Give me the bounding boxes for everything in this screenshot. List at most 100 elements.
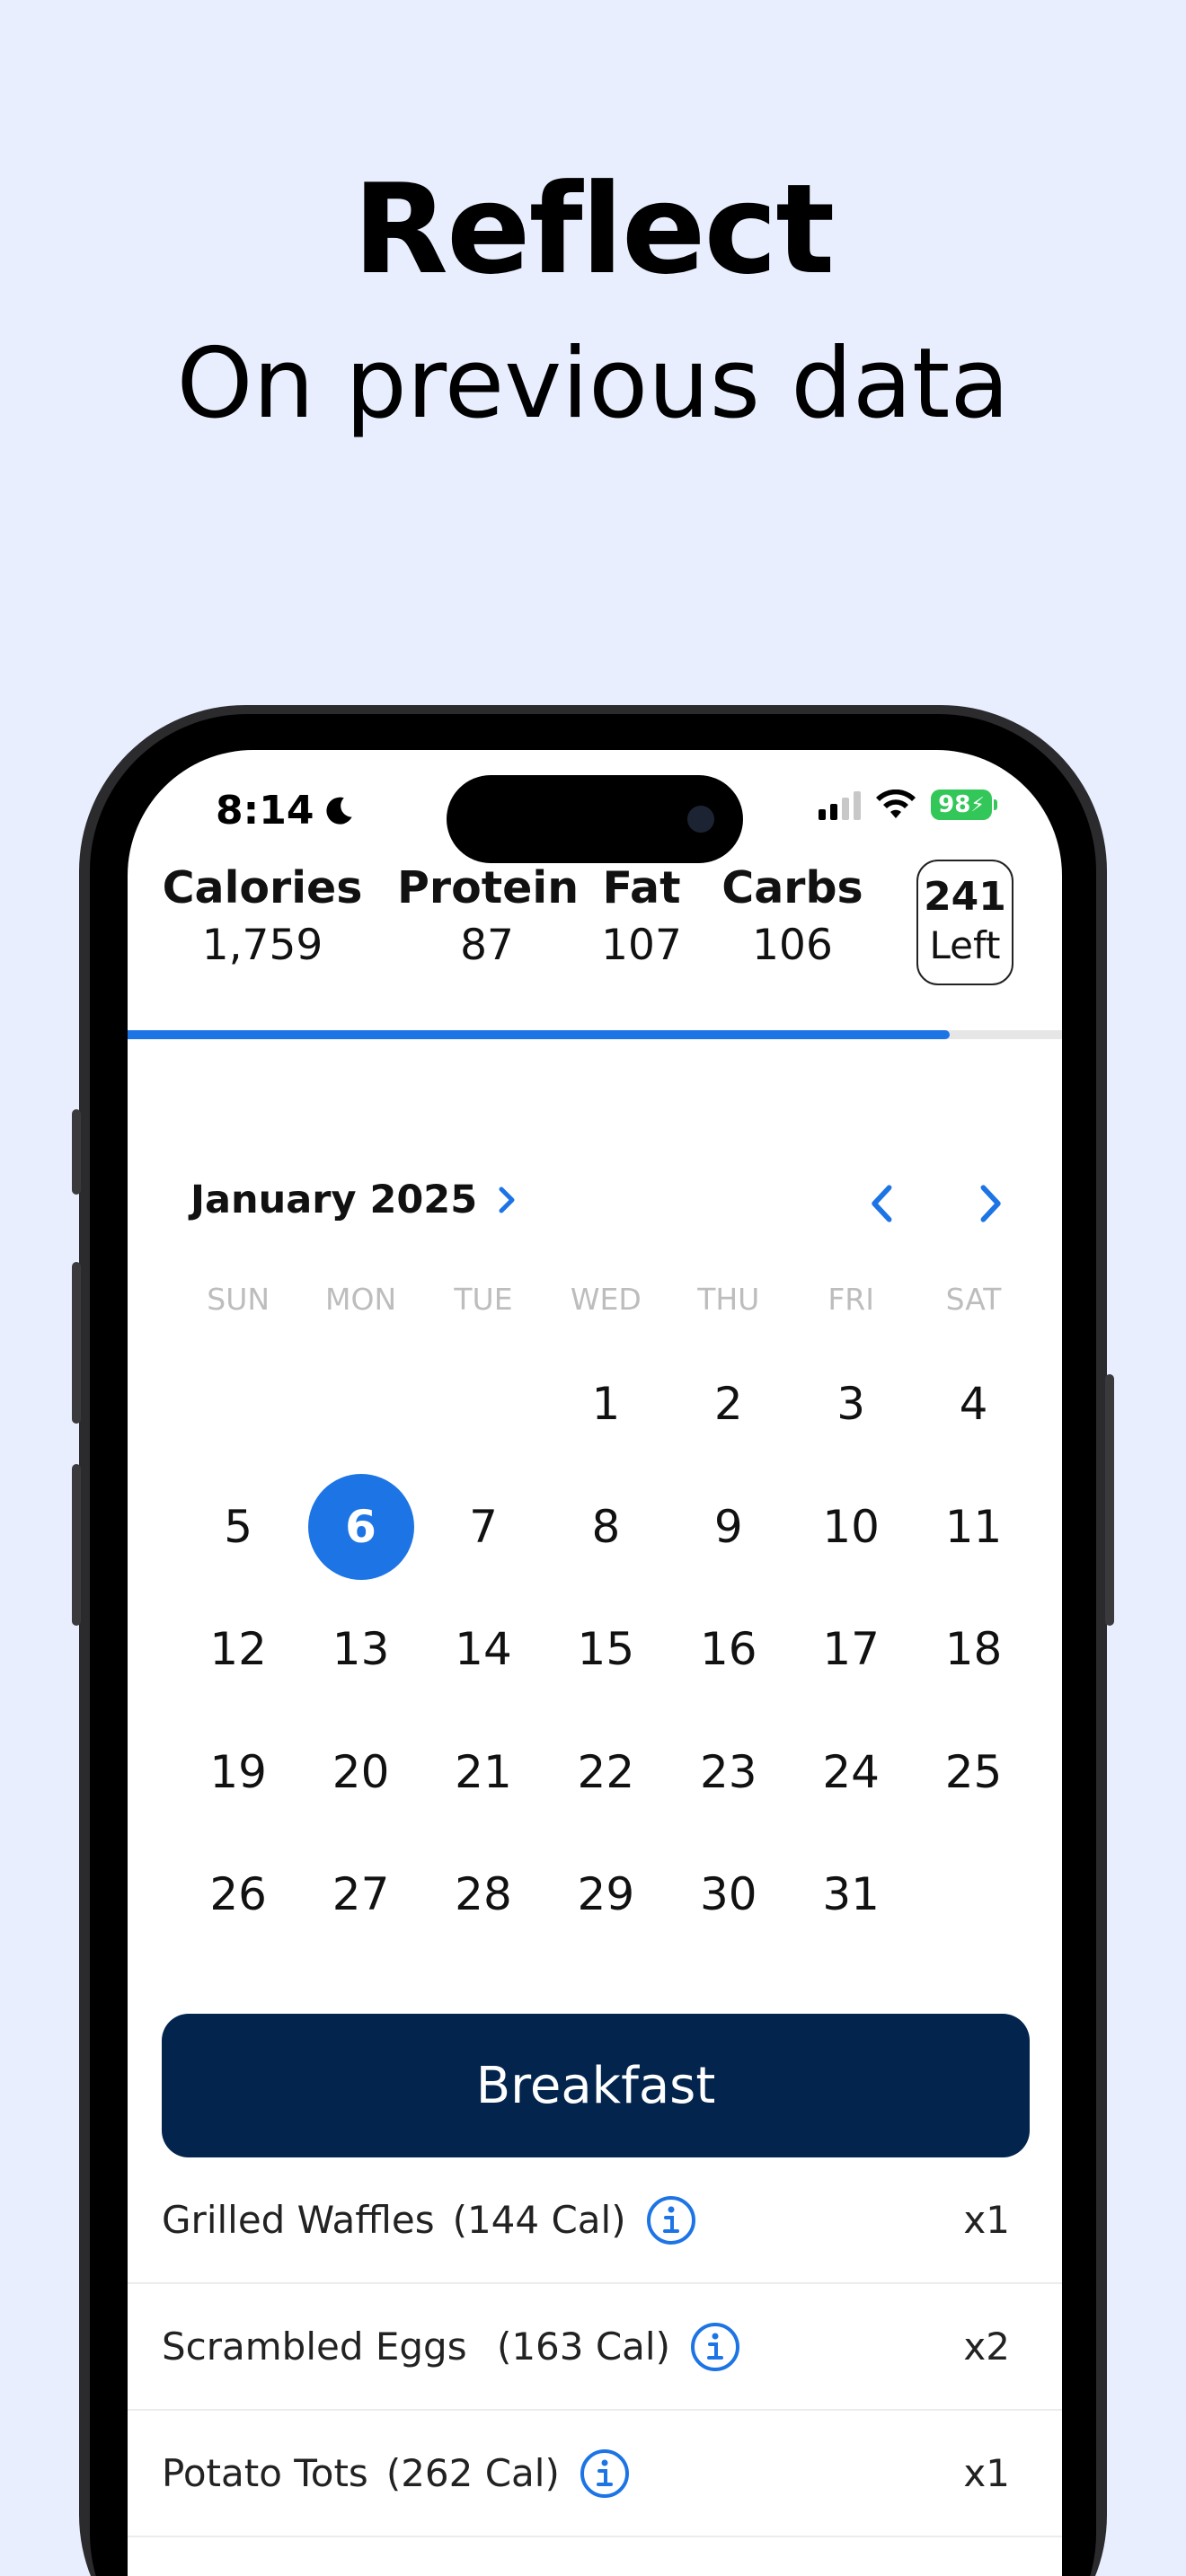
- calendar-day[interactable]: 23: [668, 1711, 790, 1834]
- calendar-day[interactable]: 15: [544, 1588, 667, 1711]
- calendar-day[interactable]: 19: [177, 1711, 299, 1834]
- item-quantity: x2: [963, 2325, 1010, 2369]
- power-button: [1105, 1374, 1114, 1626]
- calendar-day[interactable]: 28: [422, 1833, 544, 1956]
- weekday-label: SAT: [945, 1282, 1002, 1317]
- calendar-day-number: 16: [699, 1623, 757, 1676]
- calendar-day[interactable]: 8: [544, 1466, 667, 1589]
- next-month-button[interactable]: [963, 1172, 1017, 1235]
- phone-screen: 8:14 98⚡ Calories 1,759 Protein 87 Fat: [128, 750, 1062, 2576]
- calendar-header: January 2025: [190, 1172, 1001, 1235]
- calories-left-label: Left: [929, 923, 1001, 967]
- calendar-day[interactable]: 24: [790, 1711, 912, 1834]
- macro-calories: Calories 1,759: [155, 862, 370, 970]
- calendar-day-number: 5: [224, 1500, 253, 1553]
- calendar-day-number: 11: [944, 1500, 1003, 1553]
- calendar-day-number: 21: [455, 1745, 512, 1798]
- meal-item[interactable]: Grilled Waffles (144 Cal) x1: [128, 2157, 1062, 2284]
- calendar-day[interactable]: 12: [177, 1588, 299, 1711]
- weekday-label: MON: [325, 1282, 397, 1317]
- item-name: Scrambled Eggs: [162, 2325, 479, 2369]
- weekday-label: FRI: [828, 1282, 874, 1317]
- item-calories: (144 Cal): [452, 2198, 626, 2242]
- calendar-empty-cell: [422, 1343, 544, 1466]
- calendar-day[interactable]: 1: [544, 1343, 667, 1466]
- calendar-day[interactable]: 7: [422, 1466, 544, 1589]
- calendar-day[interactable]: 5: [177, 1466, 299, 1589]
- hero-subtitle: On previous data: [176, 328, 1010, 440]
- macro-carbs: Carbs 106: [721, 862, 864, 970]
- calendar-day-number: 26: [209, 1868, 267, 1921]
- chevron-right-icon: [499, 1187, 515, 1213]
- weekday-label: TUE: [454, 1282, 513, 1317]
- calendar-week-row: 12 13 14 15 16 17 18: [177, 1588, 1035, 1711]
- calendar-grid: 1 2 3 4 5 6 7 8 9 10 11 12 13 14 15 16 17 18 19 20 21 22 23 24 2…: [177, 1343, 1035, 1956]
- calendar-day-number: 28: [455, 1868, 512, 1921]
- camera-icon: [687, 806, 714, 833]
- calendar-day-number: 13: [332, 1623, 390, 1676]
- calendar-day[interactable]: 26: [177, 1833, 299, 1956]
- calendar-day[interactable]: 18: [912, 1588, 1034, 1711]
- status-time-text: 8:14: [216, 788, 314, 834]
- weekday-label: THU: [697, 1282, 760, 1317]
- calendar-day[interactable]: 3: [790, 1343, 912, 1466]
- calendar-day[interactable]: 30: [668, 1833, 790, 1956]
- volume-down-button: [72, 1464, 81, 1626]
- calendar-day[interactable]: 16: [668, 1588, 790, 1711]
- info-icon[interactable]: [646, 2195, 696, 2245]
- calendar-empty-cell: [912, 1833, 1034, 1956]
- calendar-day[interactable]: 31: [790, 1833, 912, 1956]
- info-icon[interactable]: [690, 2322, 740, 2372]
- calendar-day[interactable]: 20: [299, 1711, 421, 1834]
- calendar-day-number: 7: [469, 1500, 498, 1553]
- calendar-day-number: 6: [307, 1473, 414, 1580]
- battery-level: 98: [938, 791, 971, 818]
- calendar-day-number: 19: [209, 1745, 267, 1798]
- wifi-icon: [876, 790, 916, 818]
- calendar-week-row: 26 27 28 29 30 31: [177, 1833, 1035, 1956]
- item-quantity: x1: [963, 2451, 1010, 2495]
- meal-title: Breakfast: [475, 2056, 716, 2115]
- calendar-day[interactable]: 4: [912, 1343, 1034, 1466]
- chevron-left-icon: [872, 1185, 892, 1222]
- calendar-week-row: 19 20 21 22 23 24 25: [177, 1711, 1035, 1834]
- item-calories: (262 Cal): [385, 2451, 560, 2495]
- calendar-day[interactable]: 9: [668, 1466, 790, 1589]
- calendar-empty-cell: [299, 1343, 421, 1466]
- calendar-day[interactable]: 29: [544, 1833, 667, 1956]
- calendar-day-number: 12: [209, 1623, 267, 1676]
- calendar-day[interactable]: 10: [790, 1466, 912, 1589]
- calendar-day[interactable]: 2: [668, 1343, 790, 1466]
- previous-month-button[interactable]: [855, 1172, 909, 1235]
- calendar-day-number: 15: [577, 1623, 635, 1676]
- calendar-day-selected[interactable]: 6: [299, 1466, 421, 1589]
- info-icon[interactable]: [580, 2448, 630, 2499]
- calendar-day[interactable]: 25: [912, 1711, 1034, 1834]
- calendar-day[interactable]: 14: [422, 1588, 544, 1711]
- meal-item[interactable]: Potato Tots (262 Cal) x1: [128, 2411, 1062, 2537]
- macro-label: Calories: [162, 862, 363, 913]
- calories-left-badge[interactable]: 241 Left: [916, 860, 1013, 985]
- meal-item-list: Grilled Waffles (144 Cal) x1 Scrambled E…: [128, 2157, 1062, 2537]
- meal-header-breakfast[interactable]: Breakfast: [162, 2014, 1030, 2157]
- calendar-day[interactable]: 11: [912, 1466, 1034, 1589]
- month-picker-button[interactable]: January 2025: [190, 1178, 520, 1222]
- calendar-day[interactable]: 17: [790, 1588, 912, 1711]
- calorie-progress-bar: [128, 1030, 1062, 1039]
- calendar-day[interactable]: 13: [299, 1588, 421, 1711]
- calendar-day[interactable]: 22: [544, 1711, 667, 1834]
- battery-icon: 98 ⚡: [931, 790, 997, 820]
- weekday-label: WED: [570, 1282, 642, 1317]
- status-time: 8:14: [216, 788, 357, 834]
- calories-left-value: 241: [924, 874, 1006, 920]
- calendar-day-number: 3: [836, 1378, 866, 1431]
- calendar-day-number: 14: [455, 1623, 512, 1676]
- moon-icon: [326, 797, 353, 825]
- calendar-day[interactable]: 21: [422, 1711, 544, 1834]
- meal-item[interactable]: Scrambled Eggs (163 Cal) x2: [128, 2284, 1062, 2411]
- macro-label: Protein: [397, 862, 580, 913]
- calendar-day-number: 31: [822, 1868, 880, 1921]
- volume-up-button: [72, 1262, 81, 1424]
- calendar-day[interactable]: 27: [299, 1833, 421, 1956]
- calendar-day-number: 8: [591, 1500, 621, 1553]
